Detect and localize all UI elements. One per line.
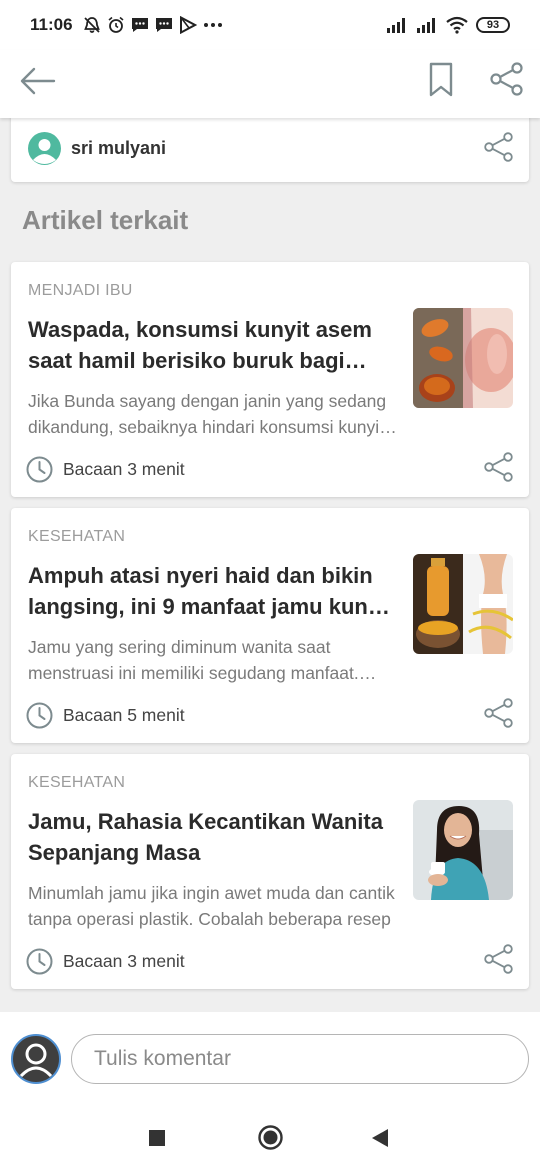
author-card: sri mulyani xyxy=(11,112,529,182)
author-avatar-icon[interactable] xyxy=(28,132,61,165)
home-icon[interactable] xyxy=(258,1125,283,1150)
read-time: Bacaan 3 menit xyxy=(63,459,185,479)
play-store-icon xyxy=(179,16,197,34)
signal-icon xyxy=(387,18,405,33)
read-time: Bacaan 3 menit xyxy=(63,951,185,971)
status-bar: 11:06 93 xyxy=(0,0,540,50)
article-category: KESEHATAN xyxy=(28,528,126,545)
article-card[interactable]: KESEHATAN Jamu, Rahasia Kecantikan Wanit… xyxy=(11,754,529,989)
message-icon xyxy=(131,18,148,32)
read-time: Bacaan 5 menit xyxy=(63,705,185,725)
article-snippet: Jamu yang sering diminum wanita saat men… xyxy=(28,637,359,683)
more-dots-icon xyxy=(203,23,222,27)
status-time: 11:06 xyxy=(30,15,73,34)
user-avatar-icon[interactable] xyxy=(11,1034,61,1084)
bookmark-icon[interactable] xyxy=(428,62,454,98)
article-meta: Bacaan 5 menit xyxy=(26,702,185,729)
message-icon xyxy=(155,18,172,32)
clock-icon xyxy=(26,948,53,975)
article-card[interactable]: MENJADI IBU Waspada, konsumsi kunyit ase… xyxy=(11,262,529,497)
share-icon[interactable] xyxy=(484,698,514,728)
share-icon[interactable] xyxy=(490,62,524,96)
share-icon[interactable] xyxy=(484,132,514,162)
author-name[interactable]: sri mulyani xyxy=(71,138,166,159)
comment-input[interactable] xyxy=(71,1034,529,1084)
wifi-icon xyxy=(446,16,468,34)
article-snippet: Jika Bunda sayang dengan janin yang seda… xyxy=(28,391,387,437)
back-arrow-icon[interactable] xyxy=(20,66,56,96)
share-icon[interactable] xyxy=(484,452,514,482)
signal-icon xyxy=(417,18,435,33)
article-thumbnail[interactable] xyxy=(413,800,513,900)
article-thumbnail[interactable] xyxy=(413,554,513,654)
nav-back-icon[interactable] xyxy=(371,1128,389,1148)
article-category: KESEHATAN xyxy=(28,774,126,791)
clock-icon xyxy=(26,702,53,729)
alarm-icon xyxy=(108,16,124,33)
article-meta: Bacaan 3 menit xyxy=(26,456,185,483)
system-nav-bar xyxy=(0,1106,540,1170)
article-category: MENJADI IBU xyxy=(28,282,133,299)
battery-icon: 93 xyxy=(476,17,510,33)
clock-icon xyxy=(26,456,53,483)
mute-icon xyxy=(83,17,100,33)
article-title[interactable]: Ampuh atasi nyeri haid dan bikin langsin… xyxy=(28,560,400,622)
article-card[interactable]: KESEHATAN Ampuh atasi nyeri haid dan bik… xyxy=(11,508,529,743)
article-thumbnail[interactable] xyxy=(413,308,513,408)
article-snippet: Minumlah jamu jika ingin awet muda dan c… xyxy=(28,883,395,929)
section-title: Artikel terkait xyxy=(22,205,189,235)
article-meta: Bacaan 3 menit xyxy=(26,948,185,975)
article-title[interactable]: Jamu, Rahasia Kecantikan Wanita Sepanjan… xyxy=(28,806,400,868)
share-icon[interactable] xyxy=(484,944,514,974)
article-title[interactable]: Waspada, konsumsi kunyit asem saat hamil… xyxy=(28,314,400,376)
battery-level: 93 xyxy=(486,19,500,31)
app-bar xyxy=(0,50,540,118)
comment-bar xyxy=(0,1012,540,1106)
recent-apps-icon[interactable] xyxy=(149,1130,165,1146)
